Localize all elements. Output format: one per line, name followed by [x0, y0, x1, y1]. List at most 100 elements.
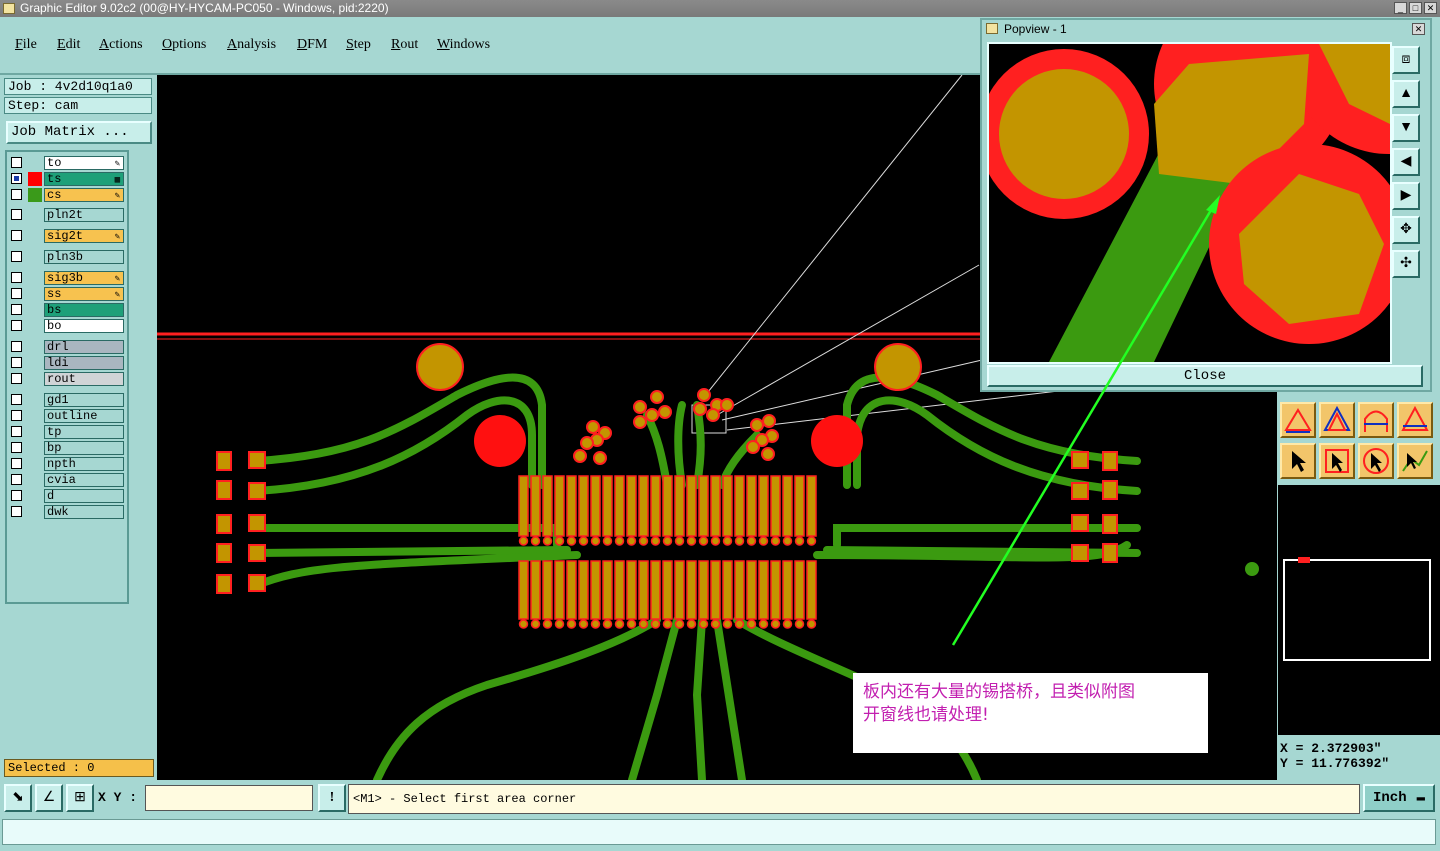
connector-pad-bottom — [746, 560, 757, 620]
shape-tool-1-icon[interactable] — [1280, 402, 1316, 438]
menu-analysis[interactable]: Analysis — [227, 37, 276, 53]
layer-checkbox[interactable] — [11, 490, 22, 501]
layer-name[interactable]: npth — [44, 457, 124, 471]
zoom-out-icon[interactable]: ✣ — [1392, 250, 1420, 278]
layer-name[interactable]: bo — [44, 319, 124, 333]
zoom-fit-icon[interactable]: ⧈ — [1392, 46, 1420, 74]
layer-name[interactable]: ts ▦ — [44, 172, 124, 186]
maximize-button[interactable]: □ — [1409, 2, 1422, 14]
layer-name[interactable]: rout — [44, 372, 124, 386]
connector-pad-bottom — [542, 560, 553, 620]
layer-name[interactable]: ss ✎ — [44, 287, 124, 301]
via-pad — [633, 415, 647, 429]
layer-name[interactable]: bs — [44, 303, 124, 317]
connector-pad-tip — [758, 536, 769, 546]
connector-pad-bottom — [518, 560, 529, 620]
annotation-note: 板内还有大量的锡搭桥，且类似附图 开窗线也请处理! — [853, 673, 1208, 753]
layer-checkbox[interactable] — [11, 230, 22, 241]
layer-name[interactable]: bp — [44, 441, 124, 455]
minimap[interactable] — [1278, 485, 1440, 735]
connector-pad-top — [662, 475, 673, 537]
layer-checkbox[interactable] — [11, 320, 22, 331]
menu-dfm[interactable]: DFM — [297, 37, 327, 53]
pan-right-icon[interactable]: ▶ — [1392, 182, 1420, 210]
minimize-button[interactable]: _ — [1394, 2, 1407, 14]
layer-checkbox[interactable] — [11, 442, 22, 453]
via-pad — [573, 449, 587, 463]
layer-edit-icon: ▦ — [114, 175, 120, 185]
layer-checkbox[interactable] — [11, 304, 22, 315]
layer-checkbox[interactable] — [11, 173, 22, 184]
layer-name[interactable]: cvia — [44, 473, 124, 487]
grid-icon[interactable]: ⊞ — [66, 784, 94, 812]
layer-name[interactable]: pln2t — [44, 208, 124, 222]
layer-checkbox[interactable] — [11, 426, 22, 437]
layer-name[interactable]: gd1 — [44, 393, 124, 407]
layer-checkbox[interactable] — [11, 251, 22, 262]
menu-actions[interactable]: Actions — [99, 37, 143, 53]
connector-pad-tip — [686, 536, 697, 546]
xy-input[interactable] — [145, 785, 313, 811]
layer-checkbox[interactable] — [11, 357, 22, 368]
window-title: Graphic Editor 9.02c2 (00@HY-HYCAM-PC050… — [20, 1, 389, 15]
connector-pad-tip — [626, 536, 637, 546]
layer-name[interactable]: drl — [44, 340, 124, 354]
connector-pad-tip — [530, 536, 541, 546]
connector-pad-bottom — [686, 560, 697, 620]
layer-checkbox[interactable] — [11, 341, 22, 352]
layer-name[interactable]: pln3b — [44, 250, 124, 264]
job-matrix-button[interactable]: Job Matrix ... — [6, 121, 152, 144]
layer-checkbox[interactable] — [11, 272, 22, 283]
command-input[interactable] — [2, 819, 1436, 845]
layer-checkbox[interactable] — [11, 474, 22, 485]
menu-step[interactable]: Step — [346, 37, 371, 53]
alert-icon[interactable]: ! — [318, 784, 346, 812]
shape-tool-2-icon[interactable] — [1319, 402, 1355, 438]
layer-name[interactable]: tp — [44, 425, 124, 439]
layer-checkbox[interactable] — [11, 288, 22, 299]
menu-windows[interactable]: Windows — [437, 37, 490, 53]
shape-tool-4-icon[interactable] — [1397, 402, 1433, 438]
layer-checkbox[interactable] — [11, 157, 22, 168]
pan-up-icon[interactable]: ▲ — [1392, 80, 1420, 108]
pan-left-icon[interactable]: ◀ — [1392, 148, 1420, 176]
select-net-icon[interactable] — [1397, 443, 1433, 479]
layer-name[interactable]: ldi — [44, 356, 124, 370]
layer-name[interactable]: outline — [44, 409, 124, 423]
layer-checkbox[interactable] — [11, 189, 22, 200]
popview-close-x[interactable]: ✕ — [1412, 23, 1425, 35]
layer-checkbox[interactable] — [11, 394, 22, 405]
select-box-icon[interactable] — [1319, 443, 1355, 479]
layer-checkbox[interactable] — [11, 373, 22, 384]
connector-pad-top — [722, 475, 733, 537]
layer-name[interactable]: to ✎ — [44, 156, 124, 170]
layer-name[interactable]: sig2t ✎ — [44, 229, 124, 243]
layer-name[interactable]: cs ✎ — [44, 188, 124, 202]
menu-edit[interactable]: Edit — [57, 37, 80, 53]
menu-file[interactable]: File — [15, 37, 37, 53]
layer-checkbox[interactable] — [11, 410, 22, 421]
pan-down-icon[interactable]: ▼ — [1392, 114, 1420, 142]
layer-name[interactable]: dwk — [44, 505, 124, 519]
shape-tool-3-icon[interactable] — [1358, 402, 1394, 438]
menu-options[interactable]: Options — [162, 37, 206, 53]
coord-y: Y = 11.776392" — [1280, 756, 1390, 771]
connector-pad-top — [518, 475, 529, 537]
snap-icon[interactable]: ⬊ — [4, 784, 32, 812]
via-pad — [650, 390, 664, 404]
annotation-line-2: 开窗线也请处理! — [863, 705, 989, 725]
angle-snap-icon[interactable]: ∠ — [35, 784, 63, 812]
unit-selector[interactable]: Inch ▬ — [1363, 784, 1435, 812]
zoom-in-icon[interactable]: ✥ — [1392, 216, 1420, 244]
select-area-icon[interactable] — [1358, 443, 1394, 479]
close-window-button[interactable]: ✕ — [1424, 2, 1437, 14]
connector-pad-tip — [698, 536, 709, 546]
menu-rout[interactable]: Rout — [391, 37, 418, 53]
layer-checkbox[interactable] — [11, 458, 22, 469]
layer-name[interactable]: d — [44, 489, 124, 503]
connector-pad-top — [710, 475, 721, 537]
select-pointer-icon[interactable] — [1280, 443, 1316, 479]
layer-checkbox[interactable] — [11, 506, 22, 517]
layer-name[interactable]: sig3b ✎ — [44, 271, 124, 285]
layer-checkbox[interactable] — [11, 209, 22, 220]
